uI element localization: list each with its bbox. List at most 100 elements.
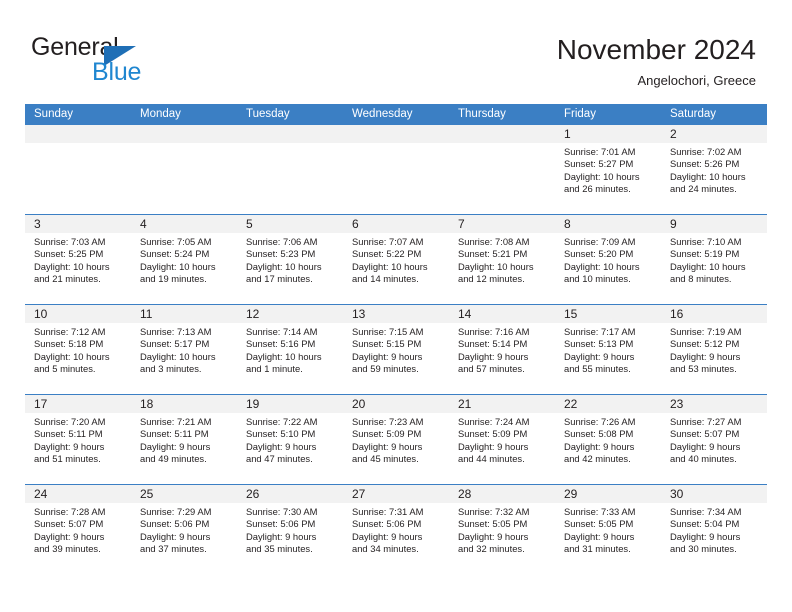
daylight-text-line1: Daylight: 10 hours <box>670 170 746 182</box>
calendar-day-cell[interactable]: 8 Sunrise: 7:09 AM Sunset: 5:20 PM Daylight… <box>555 215 661 304</box>
daylight-text-line1: Daylight: 10 hours <box>458 260 534 272</box>
daylight-text-line1: Daylight: 9 hours <box>352 350 423 362</box>
day-sun-info: Sunrise: 7:32 AM Sunset: 5:05 PM Daylight:… <box>449 503 555 555</box>
calendar-day-cell[interactable]: 11 Sunrise: 7:13 AM Sunset: 5:17 PM Dayligh… <box>131 305 237 394</box>
sunrise-text: Sunrise: 7:16 AM <box>458 326 530 337</box>
calendar-day-cell-empty <box>25 125 131 214</box>
calendar-day-cell[interactable]: 22 Sunrise: 7:26 AM Sunset: 5:08 PM Dayligh… <box>555 395 661 484</box>
day-number-band <box>131 125 237 143</box>
calendar-day-cell[interactable]: 9 Sunrise: 7:10 AM Sunset: 5:19 PM Daylight… <box>661 215 767 304</box>
daylight-text-line1: Daylight: 9 hours <box>564 440 635 452</box>
day-number-band: 22 <box>555 395 661 413</box>
day-sun-info: Sunrise: 7:31 AM Sunset: 5:06 PM Daylight:… <box>343 503 449 555</box>
sunrise-text: Sunrise: 7:29 AM <box>140 506 212 517</box>
day-number-band: 12 <box>237 305 343 323</box>
daylight-text-line2: and 59 minutes. <box>352 362 419 374</box>
day-sun-info: Sunrise: 7:19 AM Sunset: 5:12 PM Daylight:… <box>661 323 767 375</box>
day-number-band: 6 <box>343 215 449 233</box>
day-number: 3 <box>34 217 41 231</box>
calendar-day-cell[interactable]: 15 Sunrise: 7:17 AM Sunset: 5:13 PM Dayligh… <box>555 305 661 394</box>
calendar-day-cell[interactable]: 21 Sunrise: 7:24 AM Sunset: 5:09 PM Dayligh… <box>449 395 555 484</box>
day-sun-info: Sunrise: 7:23 AM Sunset: 5:09 PM Daylight:… <box>343 413 449 465</box>
daylight-text-line1: Daylight: 9 hours <box>140 530 211 542</box>
daylight-text-line1: Daylight: 9 hours <box>34 530 105 542</box>
day-number-band: 23 <box>661 395 767 413</box>
day-number: 28 <box>458 487 472 501</box>
daylight-text-line2: and 45 minutes. <box>352 452 419 464</box>
calendar-day-cell[interactable]: 16 Sunrise: 7:19 AM Sunset: 5:12 PM Dayligh… <box>661 305 767 394</box>
sunrise-text: Sunrise: 7:17 AM <box>564 326 636 337</box>
calendar-day-cell[interactable]: 14 Sunrise: 7:16 AM Sunset: 5:14 PM Dayligh… <box>449 305 555 394</box>
calendar-day-cell[interactable]: 6 Sunrise: 7:07 AM Sunset: 5:22 PM Daylight… <box>343 215 449 304</box>
day-sun-info: Sunrise: 7:29 AM Sunset: 5:06 PM Daylight:… <box>131 503 237 555</box>
calendar-day-cell[interactable]: 27 Sunrise: 7:31 AM Sunset: 5:06 PM Dayligh… <box>343 485 449 574</box>
sunrise-text: Sunrise: 7:08 AM <box>458 236 530 247</box>
calendar-day-cell[interactable]: 25 Sunrise: 7:29 AM Sunset: 5:06 PM Dayligh… <box>131 485 237 574</box>
sunset-text: Sunset: 5:14 PM <box>458 338 528 350</box>
day-number-band: 9 <box>661 215 767 233</box>
day-sun-info: Sunrise: 7:09 AM Sunset: 5:20 PM Daylight:… <box>555 233 661 285</box>
calendar-day-cell[interactable]: 7 Sunrise: 7:08 AM Sunset: 5:21 PM Daylight… <box>449 215 555 304</box>
daylight-text-line2: and 8 minutes. <box>670 272 732 284</box>
day-number: 6 <box>352 217 359 231</box>
calendar-day-cell[interactable]: 26 Sunrise: 7:30 AM Sunset: 5:06 PM Dayligh… <box>237 485 343 574</box>
calendar-day-cell[interactable]: 30 Sunrise: 7:34 AM Sunset: 5:04 PM Dayligh… <box>661 485 767 574</box>
day-sun-info: Sunrise: 7:05 AM Sunset: 5:24 PM Daylight:… <box>131 233 237 285</box>
calendar-day-cell[interactable]: 5 Sunrise: 7:06 AM Sunset: 5:23 PM Daylight… <box>237 215 343 304</box>
sunrise-text: Sunrise: 7:22 AM <box>246 416 318 427</box>
day-number-band: 7 <box>449 215 555 233</box>
day-sun-info: Sunrise: 7:33 AM Sunset: 5:05 PM Daylight:… <box>555 503 661 555</box>
daylight-text-line1: Daylight: 9 hours <box>352 440 423 452</box>
daylight-text-line1: Daylight: 9 hours <box>246 530 317 542</box>
weekday-header-wednesday: Wednesday <box>352 108 413 120</box>
calendar-day-cell[interactable]: 24 Sunrise: 7:28 AM Sunset: 5:07 PM Dayligh… <box>25 485 131 574</box>
calendar-day-cell-empty <box>449 125 555 214</box>
calendar-day-cell[interactable]: 19 Sunrise: 7:22 AM Sunset: 5:10 PM Dayligh… <box>237 395 343 484</box>
calendar-day-cell[interactable]: 12 Sunrise: 7:14 AM Sunset: 5:16 PM Dayligh… <box>237 305 343 394</box>
calendar-day-cell[interactable]: 1 Sunrise: 7:01 AM Sunset: 5:27 PM Daylight… <box>555 125 661 214</box>
calendar-day-cell[interactable]: 4 Sunrise: 7:05 AM Sunset: 5:24 PM Daylight… <box>131 215 237 304</box>
calendar-weeks: 1 Sunrise: 7:01 AM Sunset: 5:27 PM Daylight… <box>25 125 767 574</box>
day-sun-info: Sunrise: 7:22 AM Sunset: 5:10 PM Daylight:… <box>237 413 343 465</box>
calendar-day-cell-empty <box>131 125 237 214</box>
calendar-day-cell[interactable]: 29 Sunrise: 7:33 AM Sunset: 5:05 PM Dayligh… <box>555 485 661 574</box>
calendar-day-cell[interactable]: 20 Sunrise: 7:23 AM Sunset: 5:09 PM Dayligh… <box>343 395 449 484</box>
day-number-band <box>343 125 449 143</box>
calendar-day-cell[interactable]: 23 Sunrise: 7:27 AM Sunset: 5:07 PM Dayligh… <box>661 395 767 484</box>
day-number: 14 <box>458 307 472 321</box>
calendar-day-cell[interactable]: 17 Sunrise: 7:20 AM Sunset: 5:11 PM Dayligh… <box>25 395 131 484</box>
day-number: 23 <box>670 397 684 411</box>
sunset-text: Sunset: 5:04 PM <box>670 518 740 530</box>
day-number-band: 21 <box>449 395 555 413</box>
daylight-text-line2: and 17 minutes. <box>246 272 313 284</box>
day-number-band <box>237 125 343 143</box>
day-number-band: 25 <box>131 485 237 503</box>
day-number-band: 16 <box>661 305 767 323</box>
calendar-day-cell[interactable]: 10 Sunrise: 7:12 AM Sunset: 5:18 PM Dayligh… <box>25 305 131 394</box>
general-blue-logo[interactable]: General Blue <box>31 33 231 87</box>
day-number: 4 <box>140 217 147 231</box>
daylight-text-line2: and 1 minute. <box>246 362 303 374</box>
sunset-text: Sunset: 5:08 PM <box>564 428 634 440</box>
daylight-text-line2: and 35 minutes. <box>246 542 313 554</box>
weekday-header-sunday: Sunday <box>34 108 74 120</box>
sunrise-text: Sunrise: 7:09 AM <box>564 236 636 247</box>
sunset-text: Sunset: 5:06 PM <box>352 518 422 530</box>
daylight-text-line1: Daylight: 9 hours <box>458 350 529 362</box>
daylight-text-line1: Daylight: 9 hours <box>140 440 211 452</box>
calendar-day-cell[interactable]: 2 Sunrise: 7:02 AM Sunset: 5:26 PM Daylight… <box>661 125 767 214</box>
sunset-text: Sunset: 5:19 PM <box>670 248 740 260</box>
day-sun-info: Sunrise: 7:20 AM Sunset: 5:11 PM Daylight:… <box>25 413 131 465</box>
daylight-text-line2: and 42 minutes. <box>564 452 631 464</box>
day-number-band <box>25 125 131 143</box>
calendar-day-cell[interactable]: 3 Sunrise: 7:03 AM Sunset: 5:25 PM Daylight… <box>25 215 131 304</box>
calendar-day-cell[interactable]: 28 Sunrise: 7:32 AM Sunset: 5:05 PM Dayligh… <box>449 485 555 574</box>
day-sun-info: Sunrise: 7:14 AM Sunset: 5:16 PM Daylight:… <box>237 323 343 375</box>
calendar-day-cell[interactable]: 13 Sunrise: 7:15 AM Sunset: 5:15 PM Dayligh… <box>343 305 449 394</box>
sunset-text: Sunset: 5:06 PM <box>246 518 316 530</box>
sunset-text: Sunset: 5:22 PM <box>352 248 422 260</box>
calendar-week-row: 10 Sunrise: 7:12 AM Sunset: 5:18 PM Dayligh… <box>25 304 767 394</box>
calendar-day-cell[interactable]: 18 Sunrise: 7:21 AM Sunset: 5:11 PM Dayligh… <box>131 395 237 484</box>
daylight-text-line2: and 39 minutes. <box>34 542 101 554</box>
day-sun-info: Sunrise: 7:02 AM Sunset: 5:26 PM Daylight:… <box>661 143 767 195</box>
